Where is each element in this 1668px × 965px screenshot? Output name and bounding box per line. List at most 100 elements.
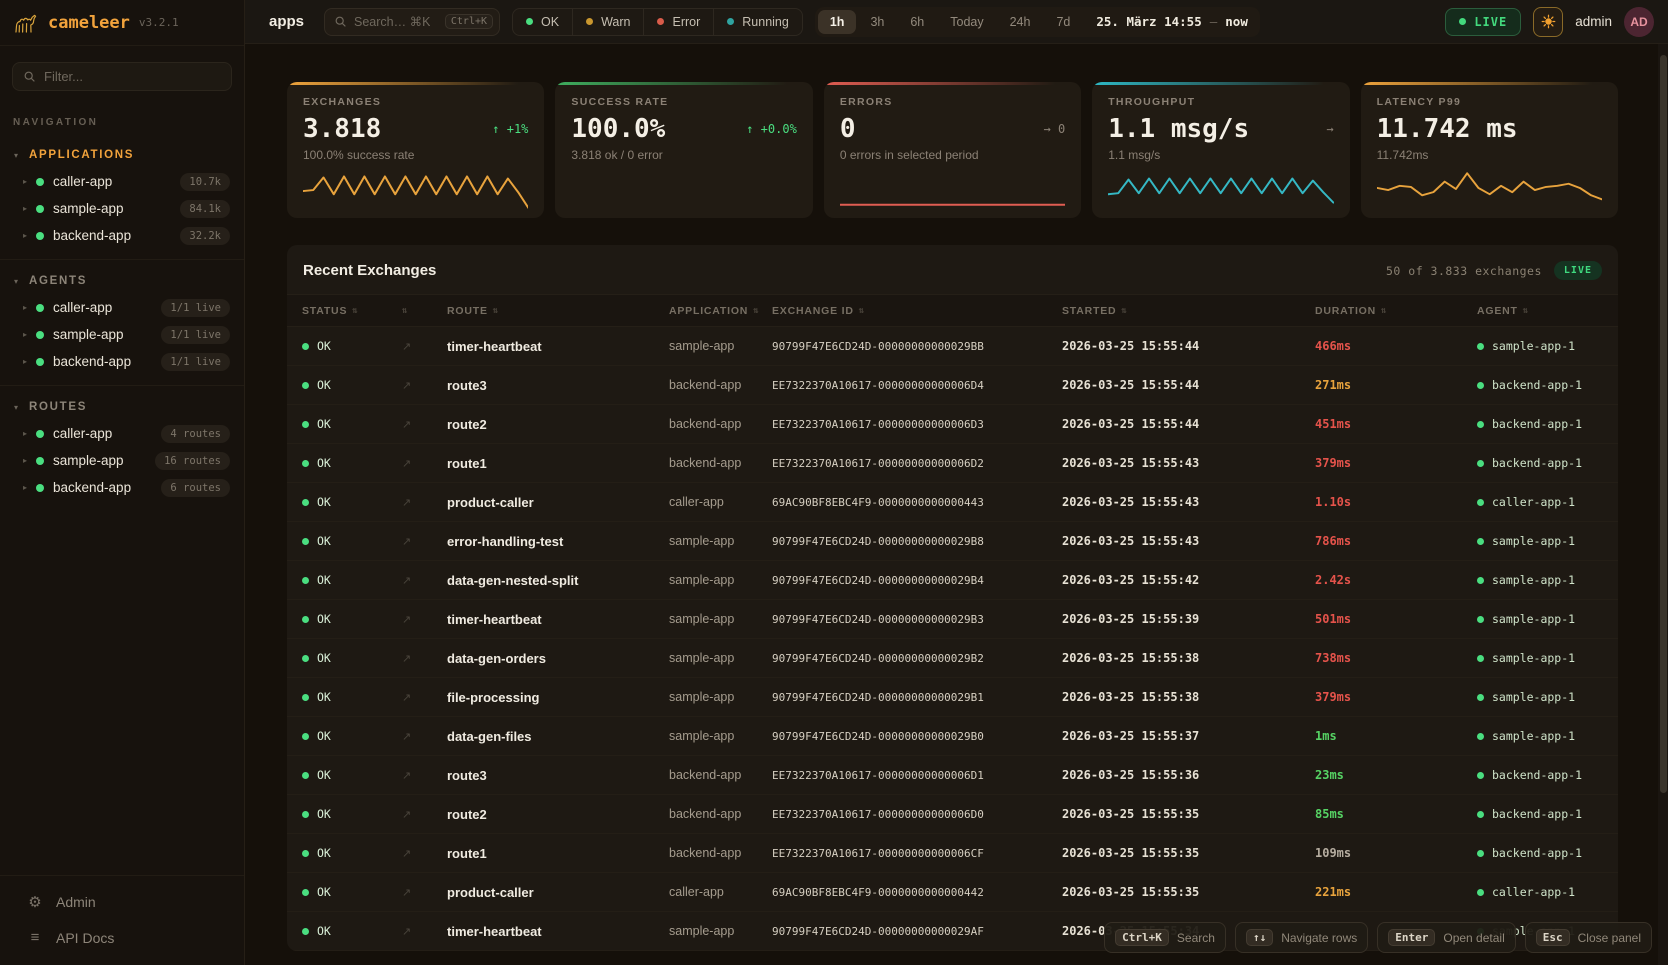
open-exchange-icon[interactable]: ↗ xyxy=(402,379,447,392)
status-cell: OK xyxy=(302,534,402,548)
range-3h[interactable]: 3h xyxy=(858,10,896,34)
exchange-row[interactable]: OK ↗ timer-heartbeat sample-app 90799F47… xyxy=(287,600,1618,639)
open-exchange-icon[interactable]: ↗ xyxy=(402,457,447,470)
sidebar-item-sample-app[interactable]: ▸ sample-app 1/1 live xyxy=(0,321,244,348)
nav-section-title: APPLICATIONS xyxy=(29,149,134,161)
exchange-row[interactable]: OK ↗ error-handling-test sample-app 9079… xyxy=(287,522,1618,561)
exchange-row[interactable]: OK ↗ data-gen-nested-split sample-app 90… xyxy=(287,561,1618,600)
sidebar-item-admin[interactable]: ⚙ Admin xyxy=(0,884,244,920)
chevron-down-icon: ▾ xyxy=(14,403,18,412)
nav-section-header[interactable]: ▾ ROUTES xyxy=(0,392,244,420)
started-cell: 2026-03-25 15:55:37 xyxy=(1062,729,1315,743)
started-cell: 2026-03-25 15:55:35 xyxy=(1062,846,1315,860)
exchange-row[interactable]: OK ↗ file-processing sample-app 90799F47… xyxy=(287,678,1618,717)
range-today[interactable]: Today xyxy=(938,10,995,34)
search-shortcut-badge: Ctrl+K xyxy=(445,14,493,29)
stat-label: SUCCESS RATE xyxy=(571,96,796,108)
ok-dot xyxy=(302,889,309,896)
open-exchange-icon[interactable]: ↗ xyxy=(402,925,447,938)
column-header-route[interactable]: ROUTE⇅ xyxy=(447,305,669,317)
sidebar-item-backend-app[interactable]: ▸ backend-app 1/1 live xyxy=(0,348,244,375)
range-1h[interactable]: 1h xyxy=(818,10,857,34)
exchange-row[interactable]: OK ↗ route2 backend-app EE7322370A10617-… xyxy=(287,405,1618,444)
exchange-row[interactable]: OK ↗ route1 backend-app EE7322370A10617-… xyxy=(287,834,1618,873)
chevron-right-icon: ▸ xyxy=(23,330,27,339)
column-header-link[interactable]: ⇅ xyxy=(402,306,447,316)
duration-cell: 501ms xyxy=(1315,612,1477,626)
exchange-row[interactable]: OK ↗ data-gen-orders sample-app 90799F47… xyxy=(287,639,1618,678)
open-exchange-icon[interactable]: ↗ xyxy=(402,808,447,821)
range-7d[interactable]: 7d xyxy=(1044,10,1082,34)
ok-dot xyxy=(302,460,309,467)
open-exchange-icon[interactable]: ↗ xyxy=(402,613,447,626)
open-exchange-icon[interactable]: ↗ xyxy=(402,574,447,587)
exchange-row[interactable]: OK ↗ product-caller caller-app 69AC90BF8… xyxy=(287,483,1618,522)
sidebar-item-caller-app[interactable]: ▸ caller-app 1/1 live xyxy=(0,294,244,321)
sidebar-item-label: API Docs xyxy=(56,930,114,946)
route-cell: data-gen-orders xyxy=(447,651,669,666)
stat-subtext: 3.818 ok / 0 error xyxy=(571,148,796,162)
agent-cell: backend-app-1 xyxy=(1477,417,1618,431)
filter-input[interactable]: Filter... xyxy=(12,62,232,91)
open-exchange-icon[interactable]: ↗ xyxy=(402,847,447,860)
sidebar-item-sample-app[interactable]: ▸ sample-app 16 routes xyxy=(0,447,244,474)
route-cell: timer-heartbeat xyxy=(447,339,669,354)
chevron-right-icon: ▸ xyxy=(23,429,27,438)
exchange-row[interactable]: OK ↗ route3 backend-app EE7322370A10617-… xyxy=(287,756,1618,795)
column-header-agent[interactable]: AGENT⇅ xyxy=(1477,305,1618,317)
column-label: STARTED xyxy=(1062,305,1116,317)
range-6h[interactable]: 6h xyxy=(898,10,936,34)
open-exchange-icon[interactable]: ↗ xyxy=(402,535,447,548)
column-header-duration[interactable]: DURATION⇅ xyxy=(1315,305,1477,317)
sidebar-item-caller-app[interactable]: ▸ caller-app 10.7k xyxy=(0,168,244,195)
open-exchange-icon[interactable]: ↗ xyxy=(402,886,447,899)
open-exchange-icon[interactable]: ↗ xyxy=(402,730,447,743)
sidebar-item-caller-app[interactable]: ▸ caller-app 4 routes xyxy=(0,420,244,447)
context-title: apps xyxy=(269,13,304,30)
nav-section-header[interactable]: ▾ APPLICATIONS xyxy=(0,140,244,168)
theme-toggle-button[interactable] xyxy=(1533,7,1563,37)
sidebar-item-badge: 1/1 live xyxy=(161,353,230,371)
exchange-row[interactable]: OK ↗ data-gen-files sample-app 90799F47E… xyxy=(287,717,1618,756)
exchange-row[interactable]: OK ↗ route2 backend-app EE7322370A10617-… xyxy=(287,795,1618,834)
filter-ok[interactable]: OK xyxy=(513,9,572,35)
exchange-row[interactable]: OK ↗ product-caller caller-app 69AC90BF8… xyxy=(287,873,1618,912)
sidebar-item-api-docs[interactable]: ≡ API Docs xyxy=(0,920,244,955)
sidebar-item-sample-app[interactable]: ▸ sample-app 84.1k xyxy=(0,195,244,222)
open-exchange-icon[interactable]: ↗ xyxy=(402,769,447,782)
search-input[interactable]: Search… ⌘K Ctrl+K xyxy=(324,8,500,36)
brand-name: cameleer xyxy=(48,13,130,33)
open-exchange-icon[interactable]: ↗ xyxy=(402,340,447,353)
open-exchange-icon[interactable]: ↗ xyxy=(402,418,447,431)
range-24h[interactable]: 24h xyxy=(998,10,1043,34)
open-exchange-icon[interactable]: ↗ xyxy=(402,652,447,665)
exchange-row[interactable]: OK ↗ timer-heartbeat sample-app 90799F47… xyxy=(287,327,1618,366)
status-text: OK xyxy=(317,846,331,860)
range-buttons: 1h 3h 6h Today 24h 7d xyxy=(818,10,1083,34)
column-header-exchange-id[interactable]: EXCHANGE ID⇅ xyxy=(772,305,1062,317)
filter-running[interactable]: Running xyxy=(713,9,802,35)
scrollbar-thumb[interactable] xyxy=(1660,55,1667,793)
stat-value-row: 1.1 msg/s → xyxy=(1108,114,1333,144)
open-exchange-icon[interactable]: ↗ xyxy=(402,691,447,704)
ok-dot xyxy=(302,850,309,857)
live-toggle-button[interactable]: LIVE xyxy=(1445,8,1521,36)
column-header-started[interactable]: STARTED⇅ xyxy=(1062,305,1315,317)
open-exchange-icon[interactable]: ↗ xyxy=(402,496,447,509)
exchange-row[interactable]: OK ↗ route3 backend-app EE7322370A10617-… xyxy=(287,366,1618,405)
sidebar-item-label: sample-app xyxy=(53,201,124,216)
ok-dot xyxy=(302,382,309,389)
column-header-status[interactable]: STATUS⇅ xyxy=(302,305,402,317)
filter-warn[interactable]: Warn xyxy=(572,9,643,35)
sidebar-item-backend-app[interactable]: ▸ backend-app 32.2k xyxy=(0,222,244,249)
nav-section-header[interactable]: ▾ AGENTS xyxy=(0,266,244,294)
chevron-down-icon: ▾ xyxy=(14,151,18,160)
route-cell: timer-heartbeat xyxy=(447,924,669,939)
avatar[interactable]: AD xyxy=(1624,7,1654,37)
filter-error[interactable]: Error xyxy=(643,9,713,35)
column-header-application[interactable]: APPLICATION⇅ xyxy=(669,305,772,317)
exchange-row[interactable]: OK ↗ route1 backend-app EE7322370A10617-… xyxy=(287,444,1618,483)
exchange-count: 50 of 3.833 exchanges xyxy=(1386,264,1542,278)
gear-icon: ⚙ xyxy=(27,893,43,911)
sidebar-item-backend-app[interactable]: ▸ backend-app 6 routes xyxy=(0,474,244,501)
